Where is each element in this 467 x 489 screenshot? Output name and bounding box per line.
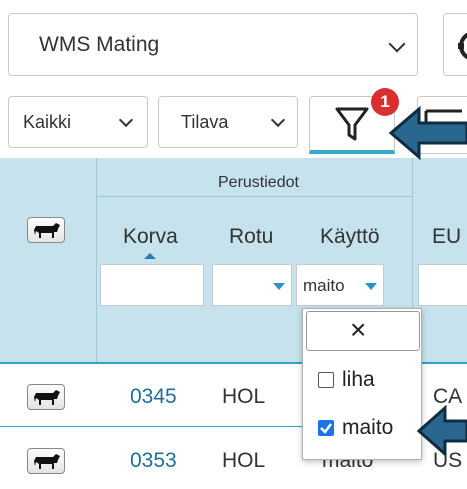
option-liha[interactable]: liha	[312, 366, 420, 398]
row-korva-link[interactable]: 0353	[130, 449, 177, 473]
cow-icon	[34, 454, 60, 469]
chevron-down-icon	[388, 35, 406, 53]
group-divider	[97, 196, 412, 197]
column-header-rotu[interactable]: Rotu	[229, 225, 273, 249]
scope-select-value: Kaikki	[23, 112, 72, 132]
kaytto-filter-select[interactable]: maito	[296, 264, 384, 306]
option-maito[interactable]: maito	[312, 414, 420, 446]
density-select-value: Tilava	[181, 112, 229, 132]
annotation-arrow-icon	[416, 404, 467, 458]
column-header-eu[interactable]: EU	[432, 225, 461, 249]
annotation-arrow-icon	[388, 105, 467, 161]
checkmark-icon	[320, 423, 332, 434]
rotu-filter-select[interactable]	[212, 264, 292, 306]
korva-filter-input[interactable]	[100, 264, 204, 306]
mating-select-value: WMS Mating	[39, 33, 160, 56]
gear-icon	[458, 32, 467, 60]
row-korva-link[interactable]: 0345	[130, 385, 177, 409]
row-animal-button[interactable]	[27, 448, 65, 474]
cow-icon	[34, 223, 60, 238]
checkbox-liha[interactable]	[318, 372, 334, 388]
funnel-icon	[335, 107, 369, 141]
option-label-maito: maito	[342, 416, 394, 439]
checkbox-maito[interactable]	[318, 420, 334, 436]
cow-icon	[34, 390, 60, 405]
row-animal-button[interactable]	[27, 384, 65, 410]
chevron-down-icon	[270, 112, 286, 128]
settings-button[interactable]	[443, 13, 467, 76]
chevron-down-icon	[118, 112, 134, 128]
dropdown-triangle-icon	[365, 283, 377, 290]
option-label-liha: liha	[342, 368, 375, 391]
close-icon: ×	[350, 314, 367, 345]
dropdown-close-button[interactable]: ×	[306, 311, 420, 351]
eu-filter-input[interactable]	[418, 264, 467, 306]
density-select[interactable]: Tilava	[158, 96, 298, 148]
column-header-kaytto[interactable]: Käyttö	[320, 225, 380, 249]
mating-select[interactable]: WMS Mating	[8, 13, 418, 76]
header-divider	[96, 158, 97, 362]
scope-select[interactable]: Kaikki	[8, 96, 148, 148]
kaytto-filter-value: maito	[303, 276, 345, 295]
sort-ascending-icon	[144, 253, 156, 259]
row-rotu: HOL	[222, 385, 266, 408]
animal-header-button[interactable]	[27, 217, 65, 243]
column-header-korva[interactable]: Korva	[123, 225, 178, 249]
group-title-perustiedot: Perustiedot	[218, 174, 299, 191]
row-rotu: HOL	[222, 449, 266, 472]
dropdown-triangle-icon	[273, 283, 285, 290]
